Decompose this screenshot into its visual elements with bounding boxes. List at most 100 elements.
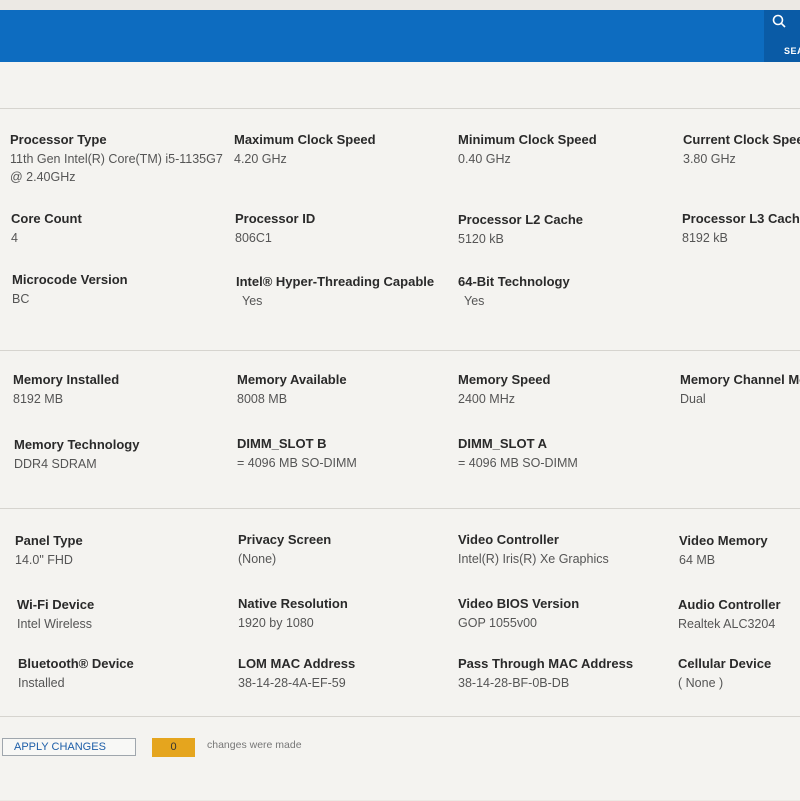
memory-technology-field: Memory Technology DDR4 SDRAM bbox=[14, 436, 229, 473]
dimm-slot-b-value: = 4096 MB SO-DIMM bbox=[237, 456, 357, 470]
top-header-bar: SEAR bbox=[0, 10, 800, 62]
current-clock-value: 3.80 GHz bbox=[683, 152, 736, 166]
processor-type-label: Processor Type bbox=[10, 132, 107, 147]
64bit-value: Yes bbox=[464, 294, 485, 308]
max-clock-label: Maximum Clock Speed bbox=[234, 132, 376, 147]
dimm-slot-a-field: DIMM_SLOT A = 4096 MB SO-DIMM bbox=[458, 435, 673, 472]
dimm-slot-b-field: DIMM_SLOT B = 4096 MB SO-DIMM bbox=[237, 435, 452, 472]
privacy-screen-value: (None) bbox=[238, 552, 277, 566]
dimm-slot-a-value: = 4096 MB SO-DIMM bbox=[458, 456, 578, 470]
l3-cache-field: Processor L3 Cache 8192 kB bbox=[682, 210, 800, 247]
hyper-threading-value: Yes bbox=[242, 294, 263, 308]
l3-cache-label: Processor L3 Cache bbox=[682, 211, 800, 226]
video-bios-value: GOP 1055v00 bbox=[458, 616, 537, 630]
video-bios-field: Video BIOS Version GOP 1055v00 bbox=[458, 595, 673, 632]
processor-id-value: 806C1 bbox=[235, 231, 272, 245]
dimm-slot-b-label: DIMM_SLOT B bbox=[237, 436, 327, 451]
microcode-value: BC bbox=[12, 292, 30, 306]
hyper-threading-field: Intel® Hyper-Threading Capable Yes bbox=[236, 273, 451, 310]
apply-changes-button[interactable]: APPLY CHANGES bbox=[2, 738, 136, 756]
64bit-field: 64-Bit Technology Yes bbox=[458, 273, 673, 310]
lom-mac-value: 38-14-28-4A-EF-59 bbox=[238, 676, 346, 690]
wifi-device-value: Intel Wireless bbox=[17, 617, 93, 631]
search-label: SEAR bbox=[784, 46, 800, 56]
memory-technology-label: Memory Technology bbox=[14, 437, 140, 452]
video-memory-value: 64 MB bbox=[679, 553, 716, 567]
microcode-field: Microcode Version BC bbox=[12, 271, 227, 308]
lom-mac-label: LOM MAC Address bbox=[238, 656, 356, 671]
panel-type-field: Panel Type 14.0" FHD bbox=[15, 532, 230, 569]
processor-type-field: Processor Type 11th Gen Intel(R) Core(TM… bbox=[10, 131, 232, 186]
processor-id-field: Processor ID 806C1 bbox=[235, 210, 450, 247]
core-count-label: Core Count bbox=[11, 211, 82, 226]
audio-controller-value: Realtek ALC3204 bbox=[678, 617, 776, 631]
memory-channel-field: Memory Channel Mode Dual bbox=[680, 371, 800, 408]
memory-installed-label: Memory Installed bbox=[13, 372, 120, 387]
min-clock-field: Minimum Clock Speed 0.40 GHz bbox=[458, 131, 673, 168]
footer-bar: APPLY CHANGES 0 changes were made bbox=[0, 716, 800, 801]
memory-speed-value: 2400 MHz bbox=[458, 392, 515, 406]
64bit-label: 64-Bit Technology bbox=[458, 274, 570, 289]
cellular-device-value: ( None ) bbox=[678, 676, 724, 690]
video-bios-label: Video BIOS Version bbox=[458, 596, 580, 611]
system-information-panel: Processor Type 11th Gen Intel(R) Core(TM… bbox=[0, 62, 800, 800]
current-clock-field: Current Clock Speed 3.80 GHz bbox=[683, 131, 800, 168]
memory-speed-field: Memory Speed 2400 MHz bbox=[458, 371, 673, 408]
bluetooth-device-value: Installed bbox=[18, 676, 65, 690]
wifi-device-label: Wi-Fi Device bbox=[17, 597, 95, 612]
l2-cache-label: Processor L2 Cache bbox=[458, 212, 584, 227]
dimm-slot-a-label: DIMM_SLOT A bbox=[458, 436, 548, 451]
memory-technology-value: DDR4 SDRAM bbox=[14, 457, 97, 471]
privacy-screen-label: Privacy Screen bbox=[238, 532, 332, 547]
wifi-device-field: Wi-Fi Device Intel Wireless bbox=[17, 596, 232, 633]
search-button[interactable]: SEAR bbox=[764, 10, 800, 62]
memory-available-field: Memory Available 8008 MB bbox=[237, 371, 452, 408]
native-resolution-value: 1920 by 1080 bbox=[238, 616, 314, 630]
memory-installed-field: Memory Installed 8192 MB bbox=[13, 371, 228, 408]
l2-cache-field: Processor L2 Cache 5120 kB bbox=[458, 211, 673, 248]
pass-through-mac-value: 38-14-28-BF-0B-DB bbox=[458, 676, 570, 690]
min-clock-value: 0.40 GHz bbox=[458, 152, 511, 166]
l3-cache-value: 8192 kB bbox=[682, 231, 728, 245]
current-clock-label: Current Clock Speed bbox=[683, 132, 800, 147]
max-clock-field: Maximum Clock Speed 4.20 GHz bbox=[234, 131, 449, 168]
memory-available-label: Memory Available bbox=[237, 372, 347, 387]
panel-type-label: Panel Type bbox=[15, 533, 83, 548]
video-memory-label: Video Memory bbox=[679, 533, 768, 548]
memory-available-value: 8008 MB bbox=[237, 392, 288, 406]
bluetooth-device-field: Bluetooth® Device Installed bbox=[18, 655, 233, 692]
cellular-device-label: Cellular Device bbox=[678, 656, 772, 671]
video-controller-field: Video Controller Intel(R) Iris(R) Xe Gra… bbox=[458, 531, 673, 568]
memory-section: Memory Installed 8192 MB Memory Availabl… bbox=[0, 350, 800, 509]
video-controller-label: Video Controller bbox=[458, 532, 559, 547]
core-count-field: Core Count 4 bbox=[11, 210, 226, 247]
min-clock-label: Minimum Clock Speed bbox=[458, 132, 597, 147]
audio-controller-field: Audio Controller Realtek ALC3204 bbox=[678, 596, 800, 633]
native-resolution-field: Native Resolution 1920 by 1080 bbox=[238, 595, 453, 632]
privacy-screen-field: Privacy Screen (None) bbox=[238, 531, 453, 568]
cellular-device-field: Cellular Device ( None ) bbox=[678, 655, 800, 692]
bluetooth-device-label: Bluetooth® Device bbox=[18, 656, 134, 671]
video-memory-field: Video Memory 64 MB bbox=[679, 532, 800, 569]
core-count-value: 4 bbox=[11, 231, 18, 245]
change-count-badge: 0 bbox=[152, 738, 195, 757]
memory-installed-value: 8192 MB bbox=[13, 392, 64, 406]
search-icon bbox=[772, 14, 786, 28]
max-clock-value: 4.20 GHz bbox=[234, 152, 287, 166]
memory-speed-label: Memory Speed bbox=[458, 372, 551, 387]
native-resolution-label: Native Resolution bbox=[238, 596, 348, 611]
devices-section: Panel Type 14.0" FHD Privacy Screen (Non… bbox=[0, 508, 800, 717]
audio-controller-label: Audio Controller bbox=[678, 597, 781, 612]
processor-id-label: Processor ID bbox=[235, 211, 316, 226]
memory-channel-value: Dual bbox=[680, 392, 706, 406]
memory-channel-label: Memory Channel Mode bbox=[680, 372, 800, 387]
lom-mac-field: LOM MAC Address 38-14-28-4A-EF-59 bbox=[238, 655, 453, 692]
pass-through-mac-field: Pass Through MAC Address 38-14-28-BF-0B-… bbox=[458, 655, 673, 692]
l2-cache-value: 5120 kB bbox=[458, 232, 504, 246]
hyper-threading-label: Intel® Hyper-Threading Capable bbox=[236, 274, 435, 289]
video-controller-value: Intel(R) Iris(R) Xe Graphics bbox=[458, 552, 609, 566]
processor-section: Processor Type 11th Gen Intel(R) Core(TM… bbox=[0, 108, 800, 351]
changes-status-text: changes were made bbox=[207, 739, 302, 751]
pass-through-mac-label: Pass Through MAC Address bbox=[458, 656, 634, 671]
panel-type-value: 14.0" FHD bbox=[15, 553, 73, 567]
